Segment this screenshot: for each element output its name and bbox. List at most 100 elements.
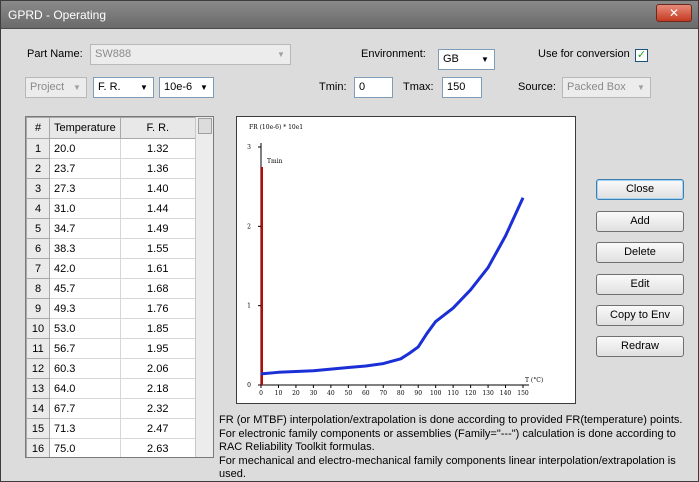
row-number: 16 — [26, 438, 50, 457]
add-button[interactable]: Add — [596, 211, 684, 232]
fr-cell[interactable]: 1.61 — [119, 258, 196, 279]
note-line: For mechanical and electro-mechanical fa… — [219, 454, 676, 481]
table-row[interactable]: 16 75.0 2.63 — [26, 438, 196, 457]
fr-unit-combo[interactable]: 10e-6 ▼ — [159, 77, 214, 98]
note-line: FR (or MTBF) interpolation/extrapolation… — [219, 414, 683, 426]
x-tick-label: 90 — [414, 390, 422, 397]
delete-button[interactable]: Delete — [596, 242, 684, 263]
tmax-input[interactable]: 150 — [442, 77, 482, 98]
fr-temperature-chart: 0 10 20 30 40 50 60 70 80 90 100 110 120 130 140 150 0 1 2… — [236, 116, 576, 404]
table-row[interactable]: 3 27.3 1.40 — [26, 178, 196, 199]
table-row[interactable]: 14 67.7 2.32 — [26, 398, 196, 419]
source-combo[interactable]: Packed Box ▼ — [562, 77, 651, 98]
table-row[interactable]: 6 38.3 1.55 — [26, 238, 196, 259]
note-line: For electronic family components or asse… — [219, 427, 676, 454]
table-row[interactable]: 9 49.3 1.76 — [26, 298, 196, 319]
temperature-cell[interactable]: 56.7 — [49, 338, 121, 359]
table-row[interactable]: 12 60.3 2.06 — [26, 358, 196, 379]
table-row[interactable]: 7 42.0 1.61 — [26, 258, 196, 279]
part-name-combo[interactable]: SW888 ▼ — [90, 44, 291, 65]
x-tick-label: 150 — [517, 390, 529, 397]
fr-cell[interactable]: 1.68 — [119, 278, 196, 299]
table-row[interactable]: 8 45.7 1.68 — [26, 278, 196, 299]
temperature-cell[interactable]: 53.0 — [49, 318, 121, 339]
chevron-down-icon: ▼ — [140, 83, 148, 92]
table-row[interactable]: 10 53.0 1.85 — [26, 318, 196, 339]
temperature-cell[interactable]: 38.3 — [49, 238, 121, 259]
table-row[interactable]: 2 23.7 1.36 — [26, 158, 196, 179]
column-header-temperature[interactable]: Temperature — [49, 117, 121, 139]
fr-cell[interactable]: 1.55 — [119, 238, 196, 259]
fr-cell[interactable]: 1.76 — [119, 298, 196, 319]
chevron-down-icon: ▼ — [637, 83, 645, 92]
fr-curve-line — [260, 197, 525, 376]
use-for-conversion-label: Use for conversion — [538, 48, 630, 60]
y-tick-label: 1 — [247, 303, 251, 310]
edit-button[interactable]: Edit — [596, 274, 684, 295]
table-row[interactable]: 5 34.7 1.49 — [26, 218, 196, 239]
temperature-cell[interactable]: 75.0 — [49, 438, 121, 457]
temperature-cell[interactable]: 42.0 — [49, 258, 121, 279]
environment-combo[interactable]: GB ▼ — [438, 49, 495, 70]
row-number: 5 — [26, 218, 50, 239]
temperature-cell[interactable]: 34.7 — [49, 218, 121, 239]
x-tick-label: 30 — [310, 390, 318, 397]
fr-cell[interactable]: 1.36 — [119, 158, 196, 179]
temperature-cell[interactable]: 23.7 — [49, 158, 121, 179]
fr-cell[interactable]: 1.40 — [119, 178, 196, 199]
fr-cell[interactable]: 1.44 — [119, 198, 196, 219]
temperature-cell[interactable]: 67.7 — [49, 398, 121, 419]
temperature-cell[interactable]: 20.0 — [49, 138, 121, 159]
scrollbar-thumb[interactable] — [198, 118, 212, 134]
y-axis-title: FR (10e-6) * 10e1 — [249, 124, 303, 131]
y-tick-label: 2 — [247, 223, 251, 230]
fr-temperature-grid[interactable]: # Temperature F. R. 1 20.0 1.32 2 23.7 1.36 3 2… — [25, 116, 214, 458]
window-close-icon[interactable]: ✕ — [656, 4, 692, 22]
tmin-label: Tmin: — [319, 81, 347, 93]
fr-unit-value: 10e-6 — [164, 81, 193, 93]
temperature-cell[interactable]: 60.3 — [49, 358, 121, 379]
table-row[interactable]: 1 20.0 1.32 — [26, 138, 196, 159]
column-header-index[interactable]: # — [26, 117, 50, 139]
table-row[interactable]: 13 64.0 2.18 — [26, 378, 196, 399]
row-number: 3 — [26, 178, 50, 199]
temperature-cell[interactable]: 49.3 — [49, 298, 121, 319]
row-number: 7 — [26, 258, 50, 279]
grid-scrollbar[interactable] — [195, 117, 213, 457]
fr-cell[interactable]: 2.32 — [119, 398, 196, 419]
project-combo[interactable]: Project ▼ — [25, 77, 87, 98]
redraw-button[interactable]: Redraw — [596, 336, 684, 357]
temperature-cell[interactable]: 31.0 — [49, 198, 121, 219]
temperature-cell[interactable]: 71.3 — [49, 418, 121, 439]
x-tick-label: 70 — [379, 390, 387, 397]
part-name-value: SW888 — [95, 48, 132, 60]
copy-to-env-button[interactable]: Copy to Env — [596, 305, 684, 326]
fr-cell[interactable]: 1.95 — [119, 338, 196, 359]
fr-type-combo[interactable]: F. R. ▼ — [93, 77, 154, 98]
fr-cell[interactable]: 1.85 — [119, 318, 196, 339]
table-row[interactable]: 4 31.0 1.44 — [26, 198, 196, 219]
column-header-fr[interactable]: F. R. — [119, 117, 196, 139]
fr-cell[interactable]: 2.18 — [119, 378, 196, 399]
table-row[interactable]: 15 71.3 2.47 — [26, 418, 196, 439]
close-button[interactable]: Close — [596, 179, 684, 200]
table-row[interactable]: 11 56.7 1.95 — [26, 338, 196, 359]
fr-cell[interactable]: 1.32 — [119, 138, 196, 159]
temperature-cell[interactable]: 27.3 — [49, 178, 121, 199]
fr-cell[interactable]: 2.63 — [119, 438, 196, 457]
x-axis-title: T (°C) — [525, 377, 543, 384]
tmin-input[interactable]: 0 — [354, 77, 393, 98]
row-number: 15 — [26, 418, 50, 439]
tmin-marker-label: Tmin — [267, 158, 283, 165]
fr-type-value: F. R. — [98, 81, 121, 93]
temperature-cell[interactable]: 45.7 — [49, 278, 121, 299]
source-label: Source: — [518, 81, 556, 93]
part-name-label: Part Name: — [27, 48, 83, 60]
fr-cell[interactable]: 2.47 — [119, 418, 196, 439]
chevron-down-icon: ▼ — [277, 50, 285, 59]
fr-cell[interactable]: 1.49 — [119, 218, 196, 239]
x-tick-label: 80 — [397, 390, 405, 397]
use-for-conversion-checkbox[interactable]: ✓ — [635, 49, 648, 62]
temperature-cell[interactable]: 64.0 — [49, 378, 121, 399]
fr-cell[interactable]: 2.06 — [119, 358, 196, 379]
